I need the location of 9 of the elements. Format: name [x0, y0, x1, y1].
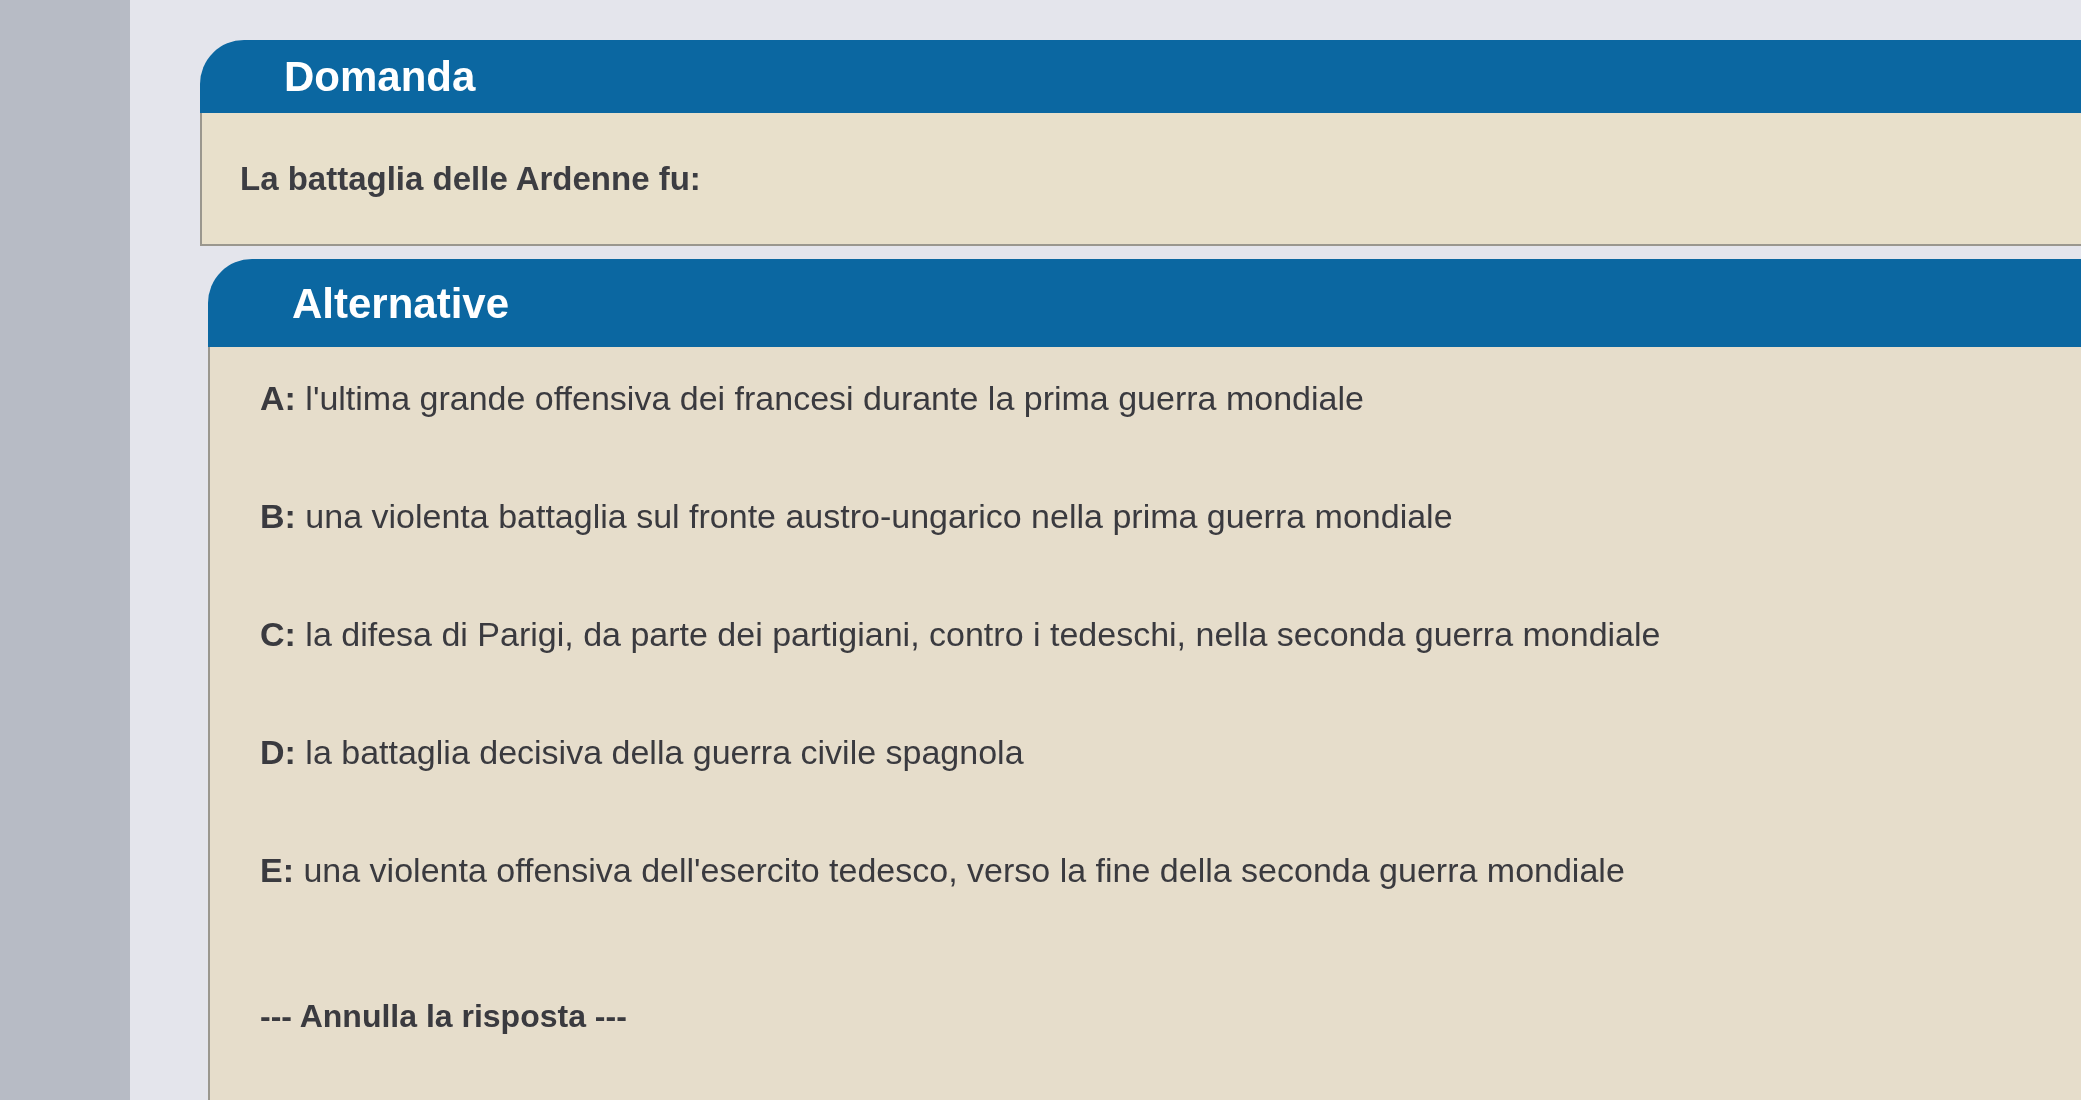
answer-option[interactable]: E: una violenta offensiva dell'esercito tedesco, verso la fine della seconda guerra mondiale [260, 841, 1625, 899]
section-header: Domanda [200, 40, 2081, 113]
answer-option[interactable]: B: una violenta battaglia sul fronte austro-ungarico nella prima guerra mondiale [260, 487, 1453, 545]
answer-option[interactable]: C: la difesa di Parigi, da parte dei partigiani, contro i tedeschi, nella seconda guerra mondiale [260, 605, 1661, 663]
question-text: La battaglia delle Ardenne fu: [240, 158, 701, 199]
cancel-answer-link[interactable]: --- Annulla la risposta --- [260, 989, 627, 1043]
answer-option[interactable]: A: l'ultima grande offensiva dei francesi durante la prima guerra mondiale [260, 369, 1364, 427]
section-header: Alternative [208, 259, 2081, 347]
answer-option[interactable]: D: la battaglia decisiva della guerra civile spagnola [260, 723, 1024, 781]
